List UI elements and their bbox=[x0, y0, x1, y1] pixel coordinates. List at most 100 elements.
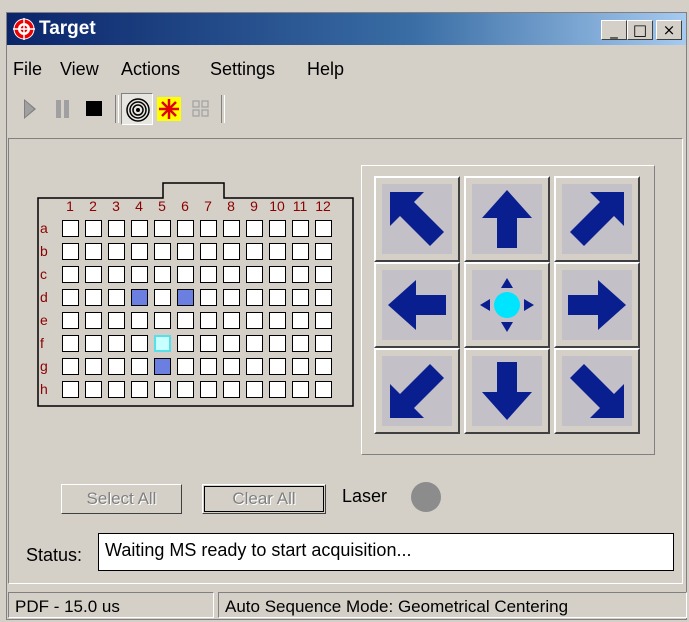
laser-star-button[interactable] bbox=[153, 93, 185, 125]
well-h5[interactable] bbox=[154, 381, 171, 398]
well-b1[interactable] bbox=[62, 243, 79, 260]
well-h11[interactable] bbox=[292, 381, 309, 398]
well-e3[interactable] bbox=[108, 312, 125, 329]
well-h8[interactable] bbox=[223, 381, 240, 398]
well-g8[interactable] bbox=[223, 358, 240, 375]
well-h12[interactable] bbox=[315, 381, 332, 398]
well-f2[interactable] bbox=[85, 335, 102, 352]
well-g5[interactable] bbox=[154, 358, 171, 375]
stop-button[interactable] bbox=[79, 93, 111, 125]
well-d5[interactable] bbox=[154, 289, 171, 306]
well-c5[interactable] bbox=[154, 266, 171, 283]
well-h7[interactable] bbox=[200, 381, 217, 398]
well-a8[interactable] bbox=[223, 220, 240, 237]
well-g3[interactable] bbox=[108, 358, 125, 375]
well-a5[interactable] bbox=[154, 220, 171, 237]
move-down-button[interactable] bbox=[464, 348, 550, 434]
move-up-right-button[interactable] bbox=[554, 176, 640, 262]
well-e12[interactable] bbox=[315, 312, 332, 329]
menu-file[interactable]: File bbox=[13, 59, 42, 80]
well-e5[interactable] bbox=[154, 312, 171, 329]
well-a7[interactable] bbox=[200, 220, 217, 237]
move-left-button[interactable] bbox=[374, 262, 460, 348]
well-h6[interactable] bbox=[177, 381, 194, 398]
well-h9[interactable] bbox=[246, 381, 263, 398]
well-e8[interactable] bbox=[223, 312, 240, 329]
well-b4[interactable] bbox=[131, 243, 148, 260]
menu-actions[interactable]: Actions bbox=[121, 59, 180, 80]
well-a9[interactable] bbox=[246, 220, 263, 237]
well-e1[interactable] bbox=[62, 312, 79, 329]
well-f1[interactable] bbox=[62, 335, 79, 352]
well-g6[interactable] bbox=[177, 358, 194, 375]
menu-settings[interactable]: Settings bbox=[210, 59, 275, 80]
well-a10[interactable] bbox=[269, 220, 286, 237]
pause-button[interactable] bbox=[47, 93, 79, 125]
well-d1[interactable] bbox=[62, 289, 79, 306]
menu-view[interactable]: View bbox=[60, 59, 99, 80]
well-d12[interactable] bbox=[315, 289, 332, 306]
clear-all-button[interactable]: Clear All bbox=[202, 484, 326, 514]
well-a2[interactable] bbox=[85, 220, 102, 237]
well-c7[interactable] bbox=[200, 266, 217, 283]
well-f3[interactable] bbox=[108, 335, 125, 352]
well-a3[interactable] bbox=[108, 220, 125, 237]
move-up-left-button[interactable] bbox=[374, 176, 460, 262]
well-e11[interactable] bbox=[292, 312, 309, 329]
minimize-button[interactable]: _ bbox=[601, 20, 627, 40]
well-b9[interactable] bbox=[246, 243, 263, 260]
well-g1[interactable] bbox=[62, 358, 79, 375]
well-c10[interactable] bbox=[269, 266, 286, 283]
well-f12[interactable] bbox=[315, 335, 332, 352]
well-a1[interactable] bbox=[62, 220, 79, 237]
play-button[interactable] bbox=[15, 93, 47, 125]
well-b5[interactable] bbox=[154, 243, 171, 260]
well-c1[interactable] bbox=[62, 266, 79, 283]
well-h4[interactable] bbox=[131, 381, 148, 398]
well-g10[interactable] bbox=[269, 358, 286, 375]
well-b7[interactable] bbox=[200, 243, 217, 260]
well-d10[interactable] bbox=[269, 289, 286, 306]
well-c6[interactable] bbox=[177, 266, 194, 283]
well-c8[interactable] bbox=[223, 266, 240, 283]
well-b6[interactable] bbox=[177, 243, 194, 260]
menu-help[interactable]: Help bbox=[307, 59, 344, 80]
well-b11[interactable] bbox=[292, 243, 309, 260]
well-g4[interactable] bbox=[131, 358, 148, 375]
well-g12[interactable] bbox=[315, 358, 332, 375]
well-a4[interactable] bbox=[131, 220, 148, 237]
well-c3[interactable] bbox=[108, 266, 125, 283]
well-f5[interactable] bbox=[154, 335, 171, 352]
well-b8[interactable] bbox=[223, 243, 240, 260]
well-g7[interactable] bbox=[200, 358, 217, 375]
close-button[interactable]: × bbox=[656, 20, 682, 40]
well-d9[interactable] bbox=[246, 289, 263, 306]
well-e6[interactable] bbox=[177, 312, 194, 329]
well-e9[interactable] bbox=[246, 312, 263, 329]
well-c11[interactable] bbox=[292, 266, 309, 283]
well-d8[interactable] bbox=[223, 289, 240, 306]
well-e10[interactable] bbox=[269, 312, 286, 329]
well-b3[interactable] bbox=[108, 243, 125, 260]
well-d11[interactable] bbox=[292, 289, 309, 306]
select-all-button[interactable]: Select All bbox=[61, 484, 182, 514]
well-h3[interactable] bbox=[108, 381, 125, 398]
well-h1[interactable] bbox=[62, 381, 79, 398]
move-right-button[interactable] bbox=[554, 262, 640, 348]
well-c9[interactable] bbox=[246, 266, 263, 283]
move-up-button[interactable] bbox=[464, 176, 550, 262]
well-h2[interactable] bbox=[85, 381, 102, 398]
well-c2[interactable] bbox=[85, 266, 102, 283]
well-c4[interactable] bbox=[131, 266, 148, 283]
well-a12[interactable] bbox=[315, 220, 332, 237]
well-f8[interactable] bbox=[223, 335, 240, 352]
spiral-target-button[interactable] bbox=[121, 93, 153, 125]
well-h10[interactable] bbox=[269, 381, 286, 398]
well-b2[interactable] bbox=[85, 243, 102, 260]
well-d4[interactable] bbox=[131, 289, 148, 306]
well-f4[interactable] bbox=[131, 335, 148, 352]
well-d6[interactable] bbox=[177, 289, 194, 306]
well-f7[interactable] bbox=[200, 335, 217, 352]
move-down-left-button[interactable] bbox=[374, 348, 460, 434]
well-d2[interactable] bbox=[85, 289, 102, 306]
